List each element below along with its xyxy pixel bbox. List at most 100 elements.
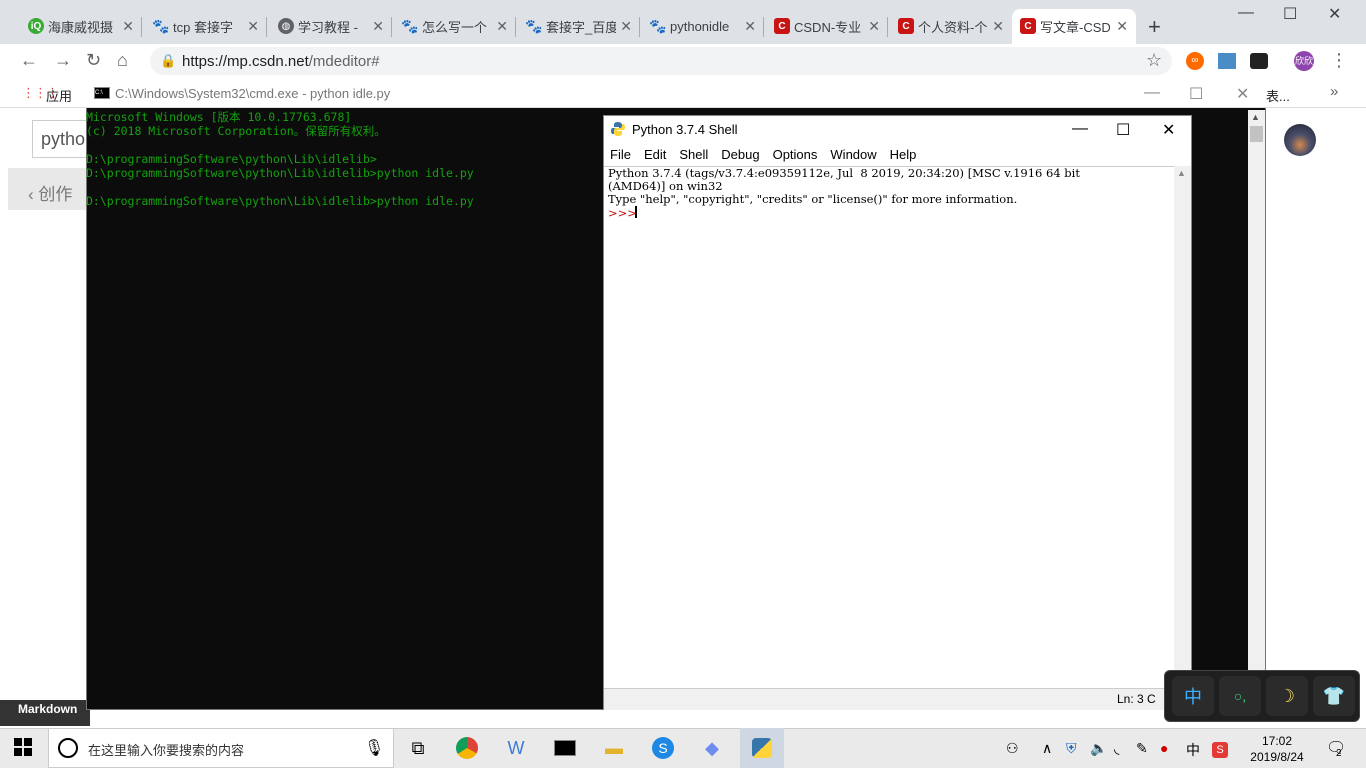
- menu-options[interactable]: Options: [767, 144, 825, 166]
- page-title-input[interactable]: pytho: [32, 120, 92, 158]
- bookmark-apps[interactable]: 应用: [46, 86, 72, 105]
- idle-banner: Python 3.7.4 (tags/v3.7.4:e09359112e, Ju…: [608, 166, 1080, 206]
- menu-window[interactable]: Window: [824, 144, 883, 166]
- python-taskbar-icon[interactable]: [740, 728, 784, 768]
- input-indicator-icon[interactable]: ✎: [1136, 740, 1148, 757]
- ime-skin-icon[interactable]: 👕: [1313, 676, 1355, 716]
- tray-expand-icon[interactable]: ∧: [1042, 740, 1052, 757]
- idle-shell-text-area[interactable]: [604, 166, 1174, 688]
- csdn-icon: C: [774, 18, 790, 34]
- menu-shell[interactable]: Shell: [673, 144, 715, 166]
- qq-icon[interactable]: ●: [1160, 740, 1168, 756]
- minimize-icon[interactable]: —: [1072, 120, 1088, 138]
- tab-6[interactable]: 🐾 pythonidle ✕: [642, 9, 764, 44]
- back-to-creation[interactable]: ‹ 创作: [28, 180, 72, 205]
- close-icon[interactable]: ✕: [992, 18, 1004, 35]
- idle-title: Python 3.7.4 Shell: [632, 122, 738, 137]
- csdn-icon: C: [1020, 18, 1036, 34]
- maximize-icon[interactable]: ☐: [1283, 4, 1297, 24]
- close-icon[interactable]: ✕: [1236, 84, 1249, 104]
- idle-scrollbar[interactable]: [1174, 166, 1190, 688]
- task-view-icon[interactable]: ⧉: [404, 735, 432, 761]
- ime-chinese-mode[interactable]: 中: [1172, 676, 1214, 716]
- file-explorer-icon[interactable]: ▬: [600, 735, 628, 761]
- tab-2[interactable]: 🐾 tcp 套接字 ✕: [145, 9, 267, 44]
- idle-menubar: File Edit Shell Debug Options Window Hel…: [604, 144, 1191, 166]
- extension-screenshot-icon[interactable]: [1218, 53, 1236, 69]
- back-icon[interactable]: ←: [20, 50, 38, 71]
- close-icon[interactable]: ✕: [620, 18, 632, 35]
- url-text[interactable]: https://mp.csdn.net/mdeditor#: [182, 53, 380, 70]
- search-placeholder: 在这里输入你要搜索的内容: [88, 743, 245, 758]
- cmd-output[interactable]: Microsoft Windows [版本 10.0.17763.678] (c…: [86, 110, 601, 208]
- new-tab-button[interactable]: +: [1148, 14, 1161, 40]
- close-icon[interactable]: ✕: [496, 18, 508, 35]
- python-icon: [611, 122, 625, 136]
- close-icon[interactable]: ✕: [868, 18, 880, 35]
- chrome-taskbar-icon[interactable]: [453, 735, 481, 761]
- tab-7[interactable]: C CSDN-专业 ✕: [766, 9, 888, 44]
- wifi-icon[interactable]: ◟: [1114, 740, 1119, 757]
- baidu-paw-icon: 🐾: [649, 17, 667, 34]
- vs-taskbar-icon[interactable]: W: [502, 735, 530, 761]
- cmd-icon: C:\: [94, 87, 110, 99]
- iqiyi-icon: iQ: [28, 18, 44, 34]
- baidu-paw-icon: 🐾: [401, 17, 419, 34]
- tab-5[interactable]: 🐾 套接字_百度 ✕: [518, 9, 640, 44]
- text-caret: [635, 206, 637, 218]
- close-icon[interactable]: ✕: [744, 18, 756, 35]
- bookmark-star-icon[interactable]: ☆: [1146, 50, 1162, 71]
- close-icon[interactable]: ✕: [247, 18, 259, 35]
- tab-9-active[interactable]: C 写文章-CSD ✕: [1012, 9, 1136, 44]
- baidu-paw-icon: 🐾: [152, 17, 170, 34]
- clock[interactable]: 17:02 2019/8/24: [1248, 733, 1306, 765]
- reload-icon[interactable]: ↻: [86, 50, 101, 71]
- minimize-icon[interactable]: —: [1238, 4, 1254, 22]
- close-icon[interactable]: ✕: [1116, 18, 1128, 35]
- cmd-scroll-thumb[interactable]: [1250, 126, 1263, 142]
- close-icon[interactable]: ✕: [1328, 4, 1341, 24]
- bookmarks-more-icon[interactable]: »: [1330, 83, 1338, 100]
- lock-icon[interactable]: 🔒: [160, 53, 176, 69]
- sogou-tray-icon[interactable]: S: [1212, 740, 1228, 758]
- idle-prompt: >>>: [608, 206, 637, 220]
- menu-file[interactable]: File: [604, 144, 638, 166]
- menu-debug[interactable]: Debug: [715, 144, 766, 166]
- tab-3[interactable]: ◍ 学习教程 - ✕: [270, 9, 392, 44]
- forward-icon[interactable]: →: [54, 50, 72, 71]
- ime-halfwidth-icon[interactable]: ☽: [1266, 676, 1308, 716]
- minimize-icon[interactable]: —: [1144, 84, 1160, 102]
- app-taskbar-icon[interactable]: ◆: [698, 735, 726, 761]
- extension-game-icon[interactable]: [1250, 53, 1268, 69]
- cortana-icon: [58, 738, 78, 758]
- close-icon[interactable]: ✕: [1162, 120, 1175, 140]
- sogou-taskbar-icon[interactable]: S: [649, 735, 677, 761]
- idle-statusbar: [604, 688, 1191, 710]
- scroll-up-icon[interactable]: ▲: [1177, 168, 1186, 178]
- windows-start-icon[interactable]: [14, 738, 32, 756]
- menu-edit[interactable]: Edit: [638, 144, 673, 166]
- scroll-up-icon[interactable]: ▲: [1251, 112, 1260, 122]
- people-icon[interactable]: ⚇: [1006, 740, 1019, 757]
- user-avatar[interactable]: [1284, 124, 1316, 156]
- cmd-scrollbar[interactable]: [1248, 110, 1265, 708]
- bookmark-overflow[interactable]: 表...: [1266, 86, 1290, 105]
- tab-1[interactable]: iQ 海康威视摄 ✕: [20, 9, 142, 44]
- home-icon[interactable]: ⌂: [117, 50, 128, 71]
- microphone-icon[interactable]: 🎙: [364, 738, 384, 758]
- maximize-icon[interactable]: ☐: [1116, 120, 1130, 140]
- ime-punctuation[interactable]: ○,: [1219, 676, 1261, 716]
- maximize-icon[interactable]: ☐: [1189, 84, 1203, 104]
- tab-8[interactable]: C 个人资料-个 ✕: [890, 9, 1012, 44]
- menu-help[interactable]: Help: [884, 144, 924, 166]
- cmd-taskbar-icon[interactable]: [551, 735, 579, 761]
- menu-dots-icon[interactable]: ⋮: [1330, 50, 1348, 71]
- profile-avatar[interactable]: 欣欣: [1294, 51, 1314, 71]
- ime-mode-indicator[interactable]: 中: [1186, 740, 1200, 760]
- volume-icon[interactable]: 🔈: [1090, 740, 1107, 757]
- security-shield-icon[interactable]: ⛨: [1066, 740, 1077, 757]
- close-icon[interactable]: ✕: [122, 18, 134, 35]
- tab-4[interactable]: 🐾 怎么写一个 ✕: [394, 9, 516, 44]
- extension-infinity-icon[interactable]: ∞: [1186, 52, 1204, 70]
- close-icon[interactable]: ✕: [372, 18, 384, 35]
